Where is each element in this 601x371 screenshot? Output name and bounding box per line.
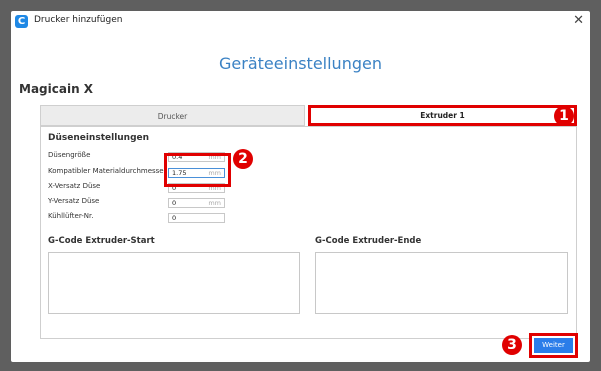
nozzle-size-label: Düsengröße — [48, 151, 91, 159]
y-offset-input[interactable]: 0 mm — [168, 198, 225, 208]
cooling-fan-value: 0 — [172, 214, 177, 222]
close-icon[interactable]: ✕ — [573, 13, 584, 29]
machine-name: Magicain X — [19, 82, 94, 96]
annotation-highlight-fields — [164, 153, 231, 187]
app-logo-icon: C — [15, 15, 28, 28]
gcode-end-textarea[interactable] — [315, 252, 568, 314]
gcode-end-label: G-Code Extruder-Ende — [315, 236, 422, 246]
annotation-badge-3: 3 — [502, 335, 522, 355]
tab-drucker[interactable]: Drucker — [40, 105, 305, 126]
x-offset-label: X-Versatz Düse — [48, 182, 101, 190]
gcode-start-label: G-Code Extruder-Start — [48, 236, 155, 246]
cooling-fan-input[interactable]: 0 — [168, 213, 225, 223]
material-diameter-label: Kompatibler Materialdurchmesser — [48, 167, 167, 175]
title-bar: C Drucker hinzufügen ✕ — [11, 11, 590, 33]
add-printer-dialog: C Drucker hinzufügen ✕ Geräteeinstellung… — [11, 11, 590, 362]
y-offset-value: 0 — [172, 199, 177, 207]
gcode-start-textarea[interactable] — [48, 252, 300, 314]
next-button[interactable]: Weiter — [534, 338, 573, 353]
cooling-fan-label: Kühllüfter-Nr. — [48, 212, 94, 220]
annotation-badge-1: 1 — [554, 106, 574, 126]
annotation-badge-2: 2 — [233, 149, 253, 169]
window-title: Drucker hinzufügen — [34, 15, 123, 25]
page-title: Geräteeinstellungen — [219, 54, 382, 73]
y-offset-unit: mm — [208, 199, 221, 207]
tab-extruder-1[interactable]: Extruder 1 — [308, 105, 577, 126]
annotation-highlight-next: Weiter — [529, 333, 578, 358]
nozzle-settings-title: Düseneinstellungen — [48, 133, 150, 143]
y-offset-label: Y-Versatz Düse — [48, 197, 100, 205]
